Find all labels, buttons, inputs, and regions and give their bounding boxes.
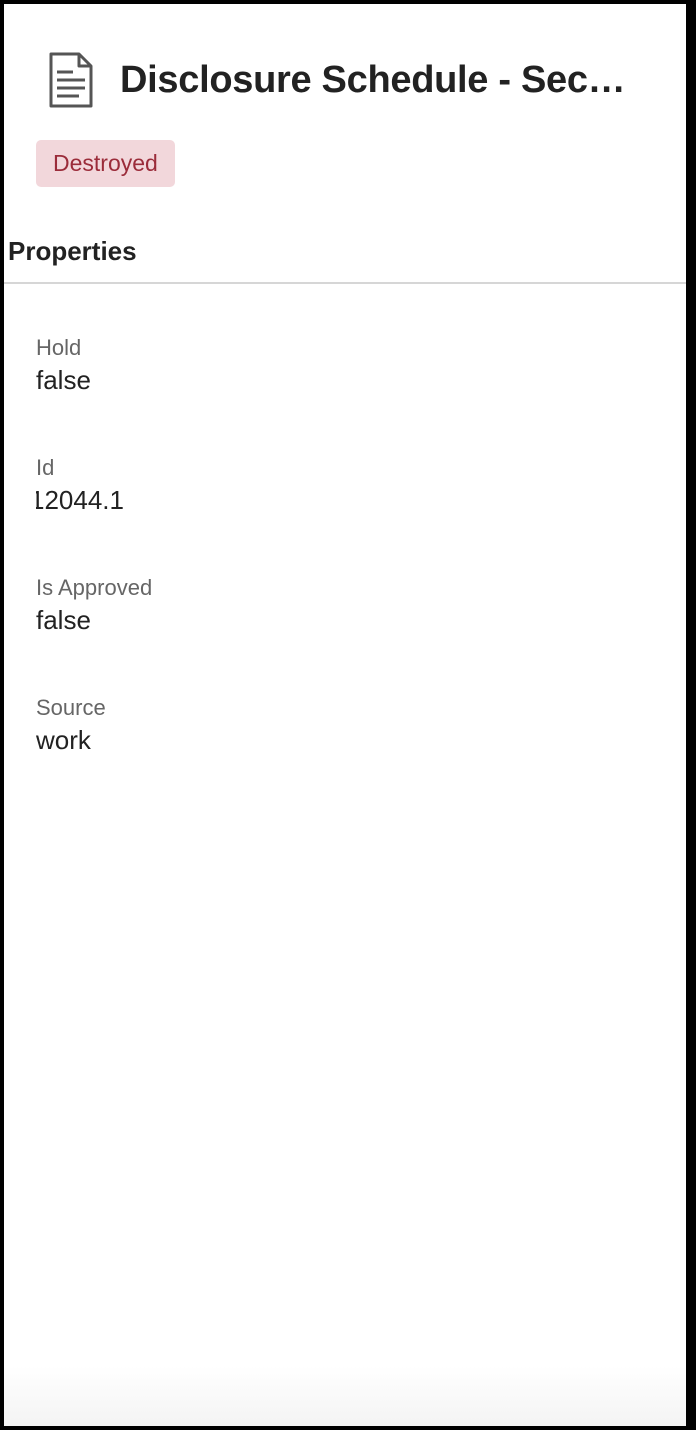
bottom-fade <box>4 1366 686 1426</box>
property-id: Id 12044.1 <box>36 454 656 574</box>
property-label: Id <box>36 455 55 480</box>
property-source: Source work <box>36 694 656 814</box>
property-label: Hold <box>36 335 82 360</box>
property-value: false <box>36 605 91 635</box>
record-title: Disclosure Schedule - Sec… <box>120 58 626 101</box>
property-is-approved: Is Approved false <box>36 574 656 694</box>
details-panel: Disclosure Schedule - Sec… Destroyed Pro… <box>4 4 686 1426</box>
property-value: 12044.1 <box>36 485 124 515</box>
properties-list: Hold false Id 12044.1 Is Approved false … <box>36 334 656 814</box>
properties-heading: Properties <box>8 236 137 266</box>
record-header: Disclosure Schedule - Sec… <box>48 52 648 108</box>
status-badge: Destroyed <box>36 140 175 187</box>
property-value: false <box>36 365 91 395</box>
property-value: work <box>36 725 91 755</box>
section-divider <box>4 282 686 284</box>
document-icon <box>49 52 93 108</box>
property-hold: Hold false <box>36 334 656 454</box>
property-label: Source <box>36 695 106 720</box>
property-label: Is Approved <box>36 575 153 600</box>
